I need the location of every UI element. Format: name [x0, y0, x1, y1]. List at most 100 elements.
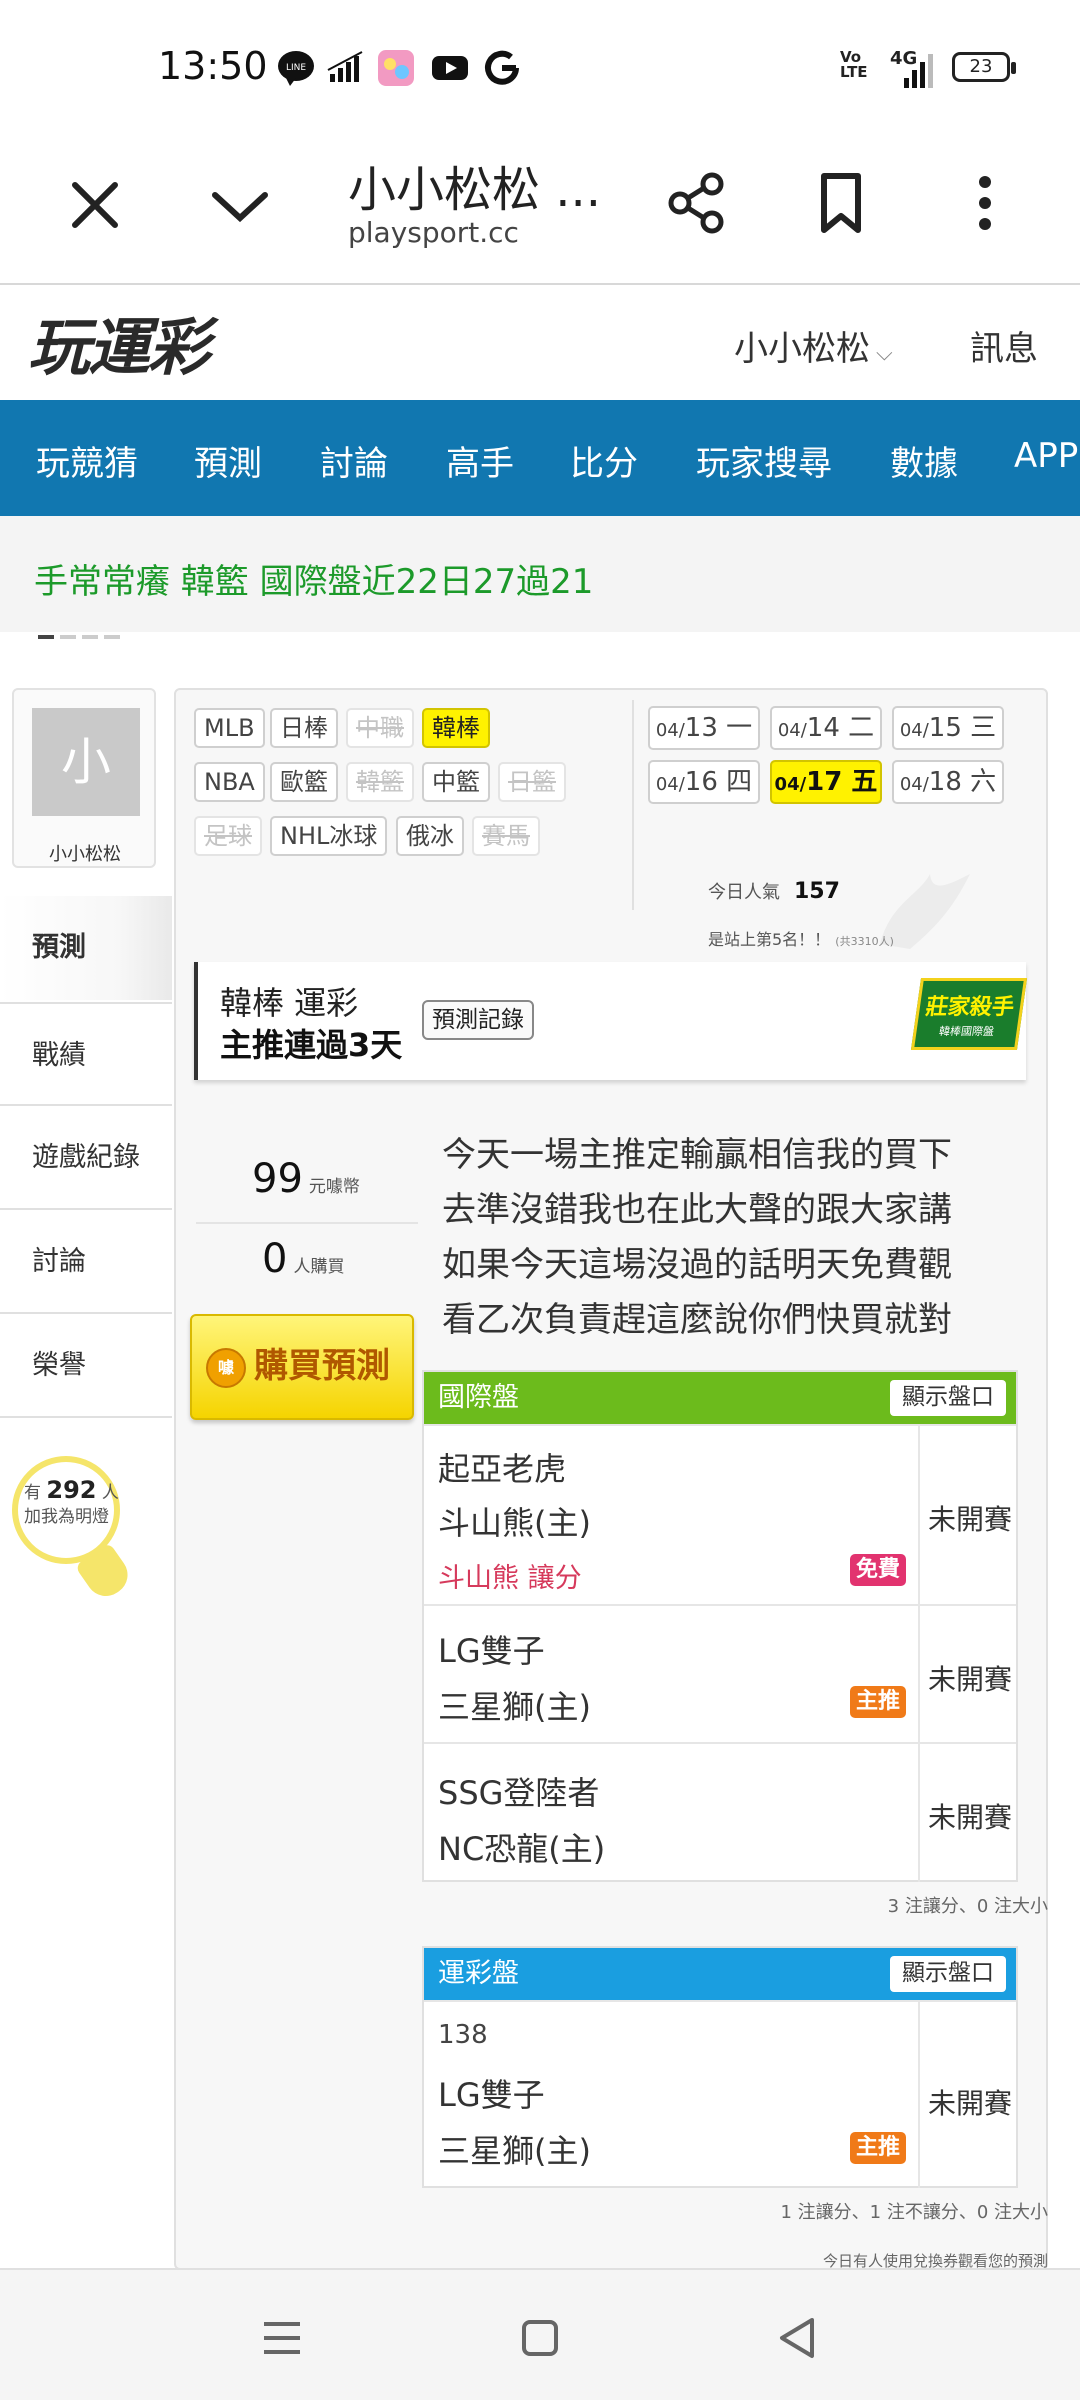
league-tag-soccer: 足球: [194, 816, 262, 856]
table-row[interactable]: SSG登陸者 NC恐龍(主) 未開賽: [424, 1742, 1016, 1882]
home-icon[interactable]: [516, 2314, 564, 2362]
nav-item-experts[interactable]: 高手: [446, 436, 514, 485]
main-pick-badge: 主推: [850, 1686, 907, 1718]
game-status: 未開賽: [928, 1503, 1013, 1536]
streak-banner: 韓棒 運彩 主推連過3天 預測記錄: [194, 962, 1026, 1080]
league-tag-npb[interactable]: 日棒: [270, 708, 338, 748]
line-app-icon: LINE: [278, 51, 314, 86]
user-menu[interactable]: 小小松松 ⌵: [734, 321, 893, 370]
league-tag-cba[interactable]: 中籃: [422, 762, 490, 802]
profile-name: 小小松松: [49, 844, 121, 865]
league-tag-kbl: 韓籃: [346, 762, 414, 802]
sidebar-item-forum[interactable]: 討論: [0, 1210, 172, 1314]
page-url[interactable]: playsport.cc: [348, 216, 519, 249]
league-tag-nhl[interactable]: NHL冰球: [270, 816, 388, 856]
game-app-icon: [378, 50, 414, 86]
browser-toolbar: 小小松松 ... playsport.cc: [0, 130, 1080, 285]
chevron-down-icon[interactable]: [205, 170, 275, 240]
cell-signal-icon: [904, 54, 933, 88]
bookmaker-killer-badge: 莊家殺手 韓棒國際盤: [910, 978, 1028, 1050]
coin-icon: 噱: [206, 1348, 246, 1388]
league-tag-mlb[interactable]: MLB: [194, 708, 265, 748]
game-status: 未開賽: [928, 2087, 1013, 2120]
sidebar-item-game-log[interactable]: 遊戲紀錄: [0, 1106, 172, 1210]
messages-link[interactable]: 訊息: [970, 321, 1038, 370]
chevron-down-icon: ⌵: [876, 341, 893, 366]
nav-item-guess[interactable]: 玩競猜: [36, 436, 138, 485]
sidebar-item-record[interactable]: 戰績: [0, 1002, 172, 1106]
table-row[interactable]: LG雙子 三星獅(主) 主推 未開賽: [424, 1604, 1016, 1744]
filter-divider: [632, 700, 634, 910]
show-odds-button[interactable]: 顯示盤口: [890, 1380, 1006, 1416]
recent-apps-icon[interactable]: [258, 2314, 306, 2362]
banner-streak: 主推連過3天: [220, 1026, 403, 1064]
league-tag-nba[interactable]: NBA: [194, 762, 265, 802]
date-0413[interactable]: 04/13 一: [648, 706, 760, 750]
sports-bet-summary: 1 注讓分、1 注不讓分、0 注大小: [780, 2202, 1048, 2223]
sports-odds-table: 運彩盤 顯示盤口 138 LG雙子 三星獅(主) 主推 未開賽: [422, 1946, 1018, 2188]
share-icon[interactable]: [662, 168, 732, 238]
table-row[interactable]: 138 LG雙子 三星獅(主) 主推 未開賽: [424, 2000, 1016, 2188]
league-tag-kbo[interactable]: 韓棒: [422, 708, 490, 748]
back-icon[interactable]: [774, 2314, 822, 2362]
status-time: 13:50: [158, 44, 268, 88]
home-team: 三星獅(主): [438, 1688, 591, 1726]
prediction-record-button[interactable]: 預測記錄: [422, 1000, 534, 1040]
nav-item-predict[interactable]: 預測: [194, 436, 262, 485]
nav-item-data[interactable]: 數據: [890, 436, 958, 485]
follower-count[interactable]: 有 292 人 加我為明燈: [24, 1478, 119, 1529]
league-tag-euro-basketball[interactable]: 歐籃: [270, 762, 338, 802]
close-icon[interactable]: [60, 170, 130, 240]
youtube-icon: [432, 56, 468, 80]
logo-text: 玩運彩: [28, 311, 210, 384]
more-menu-icon[interactable]: [950, 168, 1020, 238]
date-0416[interactable]: 04/16 四: [648, 760, 760, 804]
sidebar-item-predict[interactable]: 預測: [0, 896, 172, 1000]
nav-item-scores[interactable]: 比分: [570, 436, 638, 485]
author-comment: 今天一場主推定輸贏相信我的買下去準沒錯我也在此大聲的跟大家講如果今天這場沒過的話…: [442, 1135, 952, 1340]
nav-item-player-search[interactable]: 玩家搜尋: [696, 436, 832, 485]
site-logo[interactable]: 玩運彩: [28, 297, 210, 387]
carousel-dots: [38, 624, 126, 643]
marquee-text[interactable]: 手常常癢 韓籃 國際盤近22日27過21: [34, 554, 593, 603]
league-tag-horse-racing: 賽馬: [472, 816, 540, 856]
date-0417[interactable]: 04/17 五: [770, 760, 882, 804]
buy-prediction-button[interactable]: 噱購買預測: [190, 1314, 414, 1420]
show-odds-button[interactable]: 顯示盤口: [890, 1956, 1006, 1992]
date-0414[interactable]: 04/14 二: [770, 706, 882, 750]
price-coins: 99 元噱幣: [252, 1156, 360, 1202]
bookmark-icon[interactable]: [806, 168, 876, 238]
system-navigation-bar: [0, 2268, 1080, 2400]
away-team: 起亞老虎: [438, 1450, 567, 1488]
date-0415[interactable]: 04/15 三: [892, 706, 1004, 750]
nav-item-app[interactable]: APP: [1014, 436, 1078, 476]
volte-indicator: Vo LTE: [840, 48, 868, 81]
nav-item-forum[interactable]: 討論: [320, 436, 388, 485]
battery-icon: 23: [952, 52, 1016, 82]
avatar[interactable]: 小: [32, 708, 140, 816]
league-tag-bleague: 日籃: [498, 762, 566, 802]
sidebar-item-honor[interactable]: 榮譽: [0, 1314, 172, 1418]
news-marquee: 手常常癢 韓籃 國際盤近22日27過21: [0, 516, 1080, 639]
site-header: 玩運彩 小小松松 ⌵ 訊息: [0, 287, 1080, 400]
page-title: 小小松松 ...: [348, 162, 602, 218]
banner-league: 韓棒 運彩: [220, 984, 359, 1022]
intl-bet-summary: 3 注讓分、0 注大小: [887, 1896, 1048, 1917]
game-status: 未開賽: [928, 1801, 1013, 1834]
game-status: 未開賽: [928, 1663, 1013, 1696]
price-divider: [196, 1222, 418, 1224]
league-tag-khl[interactable]: 俄冰: [396, 816, 464, 856]
main-pick-badge: 主推: [850, 2132, 907, 2164]
svg-text:LINE: LINE: [286, 63, 306, 73]
table-row[interactable]: 起亞老虎 斗山熊(主) 斗山熊 讓分 免費 未開賽: [424, 1424, 1016, 1606]
pick-text: 斗山熊 讓分: [438, 1563, 582, 1594]
date-0418[interactable]: 04/18 六: [892, 760, 1004, 804]
league-tag-cpbl: 中職: [346, 708, 414, 748]
away-team: SSG登陸者: [438, 1774, 600, 1812]
sports-table-title: 運彩盤: [438, 1958, 519, 1989]
intl-table-header: 國際盤 顯示盤口: [424, 1372, 1016, 1424]
free-badge: 免費: [850, 1554, 907, 1586]
away-team: LG雙子: [438, 1632, 545, 1670]
sports-table-header: 運彩盤 顯示盤口: [424, 1948, 1016, 2000]
google-icon: [485, 50, 519, 85]
